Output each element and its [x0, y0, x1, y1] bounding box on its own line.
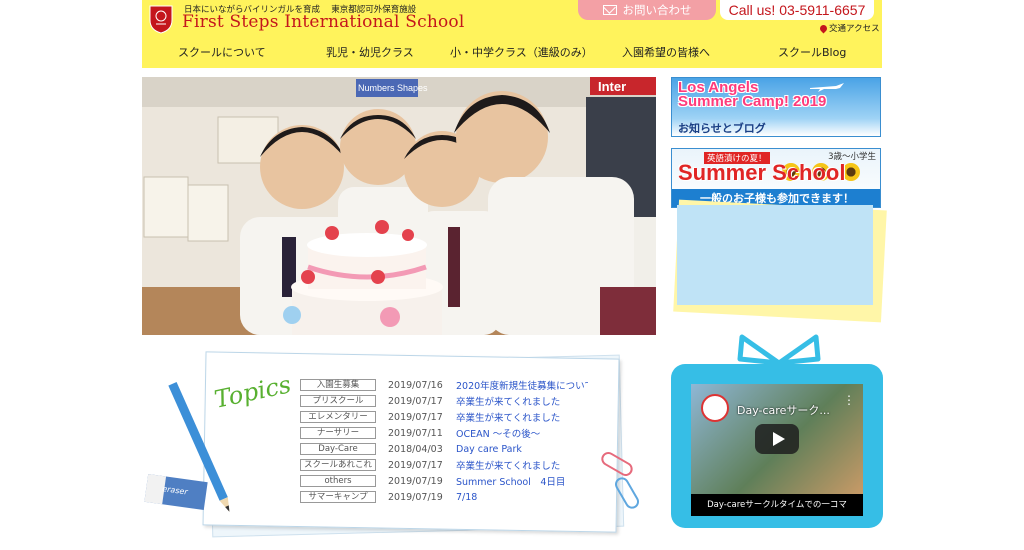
decorative-blue-note	[677, 205, 873, 305]
topic-date: 2018/04/03	[388, 443, 443, 455]
topic-row[interactable]: プリスクール 2019/07/17 卒業生が来てくれました	[300, 393, 600, 409]
topic-date: 2019/07/17	[388, 411, 443, 423]
nav-item-about[interactable]: スクールについて	[178, 44, 266, 60]
topics-list: 入園生募集 2019/07/16 2020年度新規生徒募集について プリスクール…	[300, 377, 600, 505]
hero-board-text: Numbers Shapes	[358, 83, 428, 93]
topic-category-tag[interactable]: プリスクール	[300, 395, 376, 407]
airplane-icon	[810, 83, 844, 92]
nav-item-elementary-class[interactable]: 小・中学クラス（進級のみ）	[450, 44, 593, 60]
topic-link[interactable]: 2020年度新規生徒募集について	[456, 378, 588, 392]
topic-link[interactable]: 7/18	[456, 492, 588, 503]
topic-row[interactable]: others 2019/07/19 Summer School 4日目	[300, 473, 600, 489]
topic-category-tag[interactable]: サマーキャンプ	[300, 491, 376, 503]
topic-date: 2019/07/11	[388, 427, 443, 439]
tv-antenna-icon	[737, 334, 821, 366]
mail-icon	[602, 5, 617, 15]
topic-category-tag[interactable]: others	[300, 475, 376, 487]
topic-row[interactable]: エレメンタリー 2019/07/17 卒業生が来てくれました	[300, 409, 600, 425]
tv-video-frame: Day-careサーク... ⋮ Day-careサークルタイムでの一コマ	[671, 364, 883, 528]
hero-banner-text: Inter	[598, 79, 626, 94]
topic-row[interactable]: 入園生募集 2019/07/16 2020年度新規生徒募集について	[300, 377, 600, 393]
topic-link[interactable]: 卒業生が来てくれました	[456, 394, 588, 408]
topic-date: 2019/07/17	[388, 459, 443, 471]
nav-item-blog[interactable]: スクールBlog	[778, 44, 846, 60]
topic-link[interactable]: 卒業生が来てくれました	[456, 410, 588, 424]
topic-row[interactable]: スクールあれこれ 2019/07/17 卒業生が来てくれました	[300, 457, 600, 473]
hero-photo: Inter Numbers Shapes	[142, 77, 656, 335]
topic-date: 2019/07/19	[388, 491, 443, 503]
school-crest-icon[interactable]	[148, 4, 174, 34]
video-title[interactable]: Day-careサーク...	[737, 402, 830, 418]
nav-item-infant-class[interactable]: 乳児・幼児クラス	[326, 44, 414, 60]
topic-row[interactable]: ナーサリー 2019/07/11 OCEAN ～その後～	[300, 425, 600, 441]
access-label: 交通アクセス	[829, 24, 880, 34]
topic-link[interactable]: Summer School 4日目	[456, 474, 588, 488]
nav-item-admission[interactable]: 入園希望の皆様へ	[622, 44, 710, 60]
video-caption: Day-careサークルタイムでの一コマ	[691, 494, 863, 516]
camp-banner-title-line2: Summer Camp! 2019	[678, 93, 827, 110]
topic-link[interactable]: Day care Park	[456, 444, 588, 455]
school-name-logo[interactable]: First Steps International School	[182, 12, 464, 32]
topic-date: 2019/07/17	[388, 395, 443, 407]
play-button[interactable]	[755, 424, 799, 454]
contact-button[interactable]: お問い合わせ	[578, 0, 716, 20]
summer-camp-banner[interactable]: Los Angels Summer Camp! 2019 お知らせとブログ	[671, 77, 881, 137]
topic-link[interactable]: OCEAN ～その後～	[456, 426, 588, 440]
call-us-phone[interactable]: Call us! 03-5911-6657	[720, 0, 874, 20]
birthday-children-illustration: Inter Numbers Shapes	[142, 77, 656, 335]
topic-category-tag[interactable]: スクールあれこれ	[300, 459, 376, 471]
topic-category-tag[interactable]: ナーサリー	[300, 427, 376, 439]
topic-category-tag[interactable]: エレメンタリー	[300, 411, 376, 423]
topic-row[interactable]: サマーキャンプ 2019/07/19 7/18	[300, 489, 600, 505]
topic-date: 2019/07/16	[388, 379, 443, 391]
camp-banner-title: Los Angels Summer Camp! 2019	[678, 80, 827, 110]
topic-category-tag[interactable]: Day-Care	[300, 443, 376, 455]
topic-link[interactable]: 卒業生が来てくれました	[456, 458, 588, 472]
topic-category-tag[interactable]: 入園生募集	[300, 379, 376, 391]
topic-date: 2019/07/19	[388, 475, 443, 487]
page: 日本にいながらバイリンガルを育成 東京都認可外保育施設 First Steps …	[142, 0, 887, 550]
more-options-icon[interactable]: ⋮	[843, 394, 855, 406]
eraser-label: eraser	[161, 484, 189, 497]
contact-label: お問い合わせ	[622, 3, 692, 17]
camp-banner-subtitle: お知らせとブログ	[678, 122, 766, 135]
topic-row[interactable]: Day-Care 2018/04/03 Day care Park	[300, 441, 600, 457]
video-player[interactable]: Day-careサーク... ⋮ Day-careサークルタイムでの一コマ	[691, 384, 863, 516]
map-pin-icon	[818, 23, 829, 33]
site-header: 日本にいながらバイリンガルを育成 東京都認可外保育施設 First Steps …	[142, 0, 882, 68]
channel-avatar-icon[interactable]	[701, 394, 729, 422]
summer-school-banner[interactable]: 英語漬けの夏！ 3歳～小学生 Summer School 一般のお子様も参加でき…	[671, 148, 881, 208]
main-nav: スクールについて 乳児・幼児クラス 小・中学クラス（進級のみ） 入園希望の皆様へ…	[142, 44, 882, 62]
summer-school-title: Summer School	[678, 160, 846, 185]
access-link[interactable]: 交通アクセス	[818, 22, 880, 34]
